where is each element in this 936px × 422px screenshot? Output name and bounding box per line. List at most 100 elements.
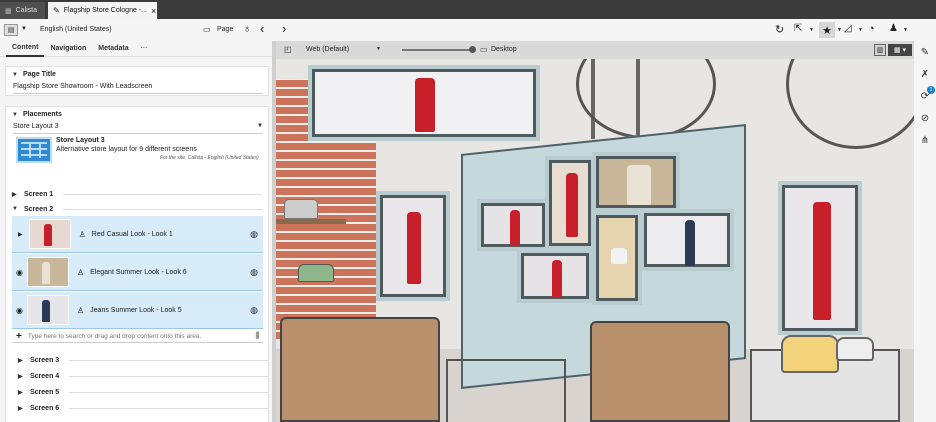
layout-description: Alternative store layout for 9 different… xyxy=(56,146,197,153)
chevron-down-icon: ▼ xyxy=(12,111,18,118)
expand-icon[interactable]: ▶ xyxy=(18,231,23,238)
globe-icon[interactable]: ◍ xyxy=(250,229,258,240)
no-preview-icon[interactable]: ⊘ xyxy=(918,111,932,125)
plus-icon[interactable]: + xyxy=(16,331,22,342)
locale-label[interactable]: English (United States) xyxy=(40,26,112,33)
item-title: Red Casual Look - Look 1 xyxy=(91,230,173,238)
tab-flagship-store[interactable]: ✎ Flagship Store Cologne -... × xyxy=(48,2,157,19)
item-thumbnail xyxy=(26,257,69,287)
chevron-down-icon[interactable]: ▼ xyxy=(837,27,842,33)
play-circle-icon[interactable]: ◉ xyxy=(16,268,23,277)
channel-select[interactable]: Web (Default) ▼ xyxy=(306,46,381,53)
chevron-down-icon: ▼ xyxy=(376,46,381,52)
screen-6-row[interactable]: ▶ Screen 6 xyxy=(18,401,268,415)
chevron-right-icon: ▶ xyxy=(18,405,23,412)
chevron-down-icon[interactable]: ▼ xyxy=(858,27,863,33)
zoom-slider-handle[interactable] xyxy=(469,46,476,53)
expand-right-icon[interactable]: › xyxy=(282,21,286,36)
remove-edit-icon[interactable]: ✗ xyxy=(918,67,932,81)
armchair-frame xyxy=(446,359,566,422)
item-thumbnail-figure xyxy=(41,262,50,284)
store-preview-canvas[interactable] xyxy=(276,59,914,422)
bag xyxy=(836,337,874,361)
screen-3-label: Screen 3 xyxy=(30,356,60,364)
desktop-icon: ▭ xyxy=(480,45,488,54)
screen-2-row[interactable]: ▼ Screen 2 xyxy=(12,202,262,216)
analytics-icon[interactable]: ◿ xyxy=(844,23,852,34)
chevron-right-icon: ▶ xyxy=(18,357,23,364)
tab-metadata[interactable]: Metadata xyxy=(92,41,134,57)
chevron-down-icon[interactable]: ▼ xyxy=(809,27,814,33)
screen-1-row[interactable]: ▶ Screen 1 xyxy=(12,187,262,201)
screen-grid-1[interactable] xyxy=(481,203,545,247)
site-icon[interactable]: ▤ xyxy=(4,24,18,36)
history-clock-icon[interactable]: ◔ xyxy=(868,23,875,35)
tab-content[interactable]: Content xyxy=(6,41,45,57)
page-title-label: Page Title xyxy=(23,71,56,78)
page-title-value: Flagship Store Showroom - With Leadscree… xyxy=(13,83,153,90)
bookmark-star-icon[interactable]: ★ xyxy=(819,22,835,38)
edit-pencil-icon[interactable]: ✎ xyxy=(918,45,932,59)
device-label[interactable]: Desktop xyxy=(491,46,517,53)
zoom-slider[interactable] xyxy=(402,49,472,51)
screen-3-row[interactable]: ▶ Screen 3 xyxy=(18,353,268,367)
chevron-right-icon: ▶ xyxy=(18,373,23,380)
screen-grid-3[interactable] xyxy=(596,156,676,208)
channel-select-value: Web (Default) xyxy=(306,46,350,53)
screen-top[interactable] xyxy=(312,69,536,137)
tab-flagship-label: Flagship Store Cologne -... xyxy=(63,7,147,14)
screen-grid-2[interactable] xyxy=(549,160,591,246)
chevron-right-icon: ▶ xyxy=(18,389,23,396)
placement-item[interactable]: ◉ ♙ Jeans Summer Look - Look 5 ◍ xyxy=(12,292,263,329)
lightbulb-icon[interactable]: ♁ xyxy=(243,23,251,35)
dropdown-caret-icon[interactable]: ▼ xyxy=(21,26,27,32)
screen-grid-6[interactable] xyxy=(644,213,730,267)
page-title-section-header[interactable]: ▼ Page Title xyxy=(12,71,56,78)
content-type-icon: ♙ xyxy=(78,229,86,239)
placement-item[interactable]: ▶ ♙ Red Casual Look - Look 1 ◍ xyxy=(12,216,263,253)
frame-icon[interactable]: ◰ xyxy=(284,45,292,54)
play-circle-icon[interactable]: ◉ xyxy=(16,306,23,315)
collapse-left-icon[interactable]: ‹ xyxy=(260,21,264,36)
split-view-button[interactable]: ▦ ▾ xyxy=(888,44,912,56)
screen-grid-4[interactable] xyxy=(521,253,589,299)
content-type-icon: ♙ xyxy=(76,267,85,277)
globe-icon[interactable]: ◍ xyxy=(250,267,258,278)
reload-icon[interactable]: ↻ xyxy=(775,23,784,36)
model-figure xyxy=(685,220,695,266)
tab-calista[interactable]: ▦ Calista xyxy=(0,2,45,19)
share-icon[interactable]: ⋔ xyxy=(918,133,932,147)
model-figure xyxy=(566,173,578,237)
more-label: ··· xyxy=(140,45,148,52)
placements-section-header[interactable]: ▼ Placements xyxy=(12,111,62,118)
layout-select[interactable]: Store Layout 3 ▼ xyxy=(13,123,263,134)
page-title-input[interactable]: Flagship Store Showroom - With Leadscree… xyxy=(13,83,263,94)
workflow-icon[interactable]: ⟳ 1 xyxy=(918,86,935,103)
model-figure xyxy=(407,212,421,284)
user-icon[interactable]: ♟ xyxy=(889,23,898,34)
screen-right[interactable] xyxy=(782,185,858,331)
model-figure xyxy=(611,248,627,264)
open-external-icon[interactable]: ⇱ xyxy=(794,23,802,34)
globe-icon[interactable]: ◍ xyxy=(250,305,258,316)
screen-grid-5[interactable] xyxy=(596,215,638,301)
library-icon[interactable]: ⫼ xyxy=(255,331,259,341)
screen-5-row[interactable]: ▶ Screen 5 xyxy=(18,385,268,399)
tab-navigation[interactable]: Navigation xyxy=(44,41,92,57)
placement-item[interactable]: ◉ ♙ Elegant Summer Look - Look 6 ◍ xyxy=(12,254,263,291)
screen-4-label: Screen 4 xyxy=(30,372,60,380)
page-button[interactable]: Page xyxy=(217,26,233,33)
screen-4-row[interactable]: ▶ Screen 4 xyxy=(18,369,268,383)
more-tabs-button[interactable]: ··· xyxy=(135,41,154,57)
screen-left[interactable] xyxy=(380,195,446,297)
pencil-icon: ✎ xyxy=(53,6,60,15)
content-search-input[interactable] xyxy=(27,332,256,340)
layout-view-icon[interactable]: ▥ xyxy=(874,44,886,56)
drop-search-row: + ⫼ xyxy=(12,330,263,343)
close-icon[interactable]: × xyxy=(151,6,156,16)
page-icon: ▭ xyxy=(203,25,211,34)
chevron-down-icon[interactable]: ▼ xyxy=(903,27,908,33)
window-arch xyxy=(576,59,716,139)
armchair xyxy=(280,317,440,422)
armchair xyxy=(590,321,730,422)
